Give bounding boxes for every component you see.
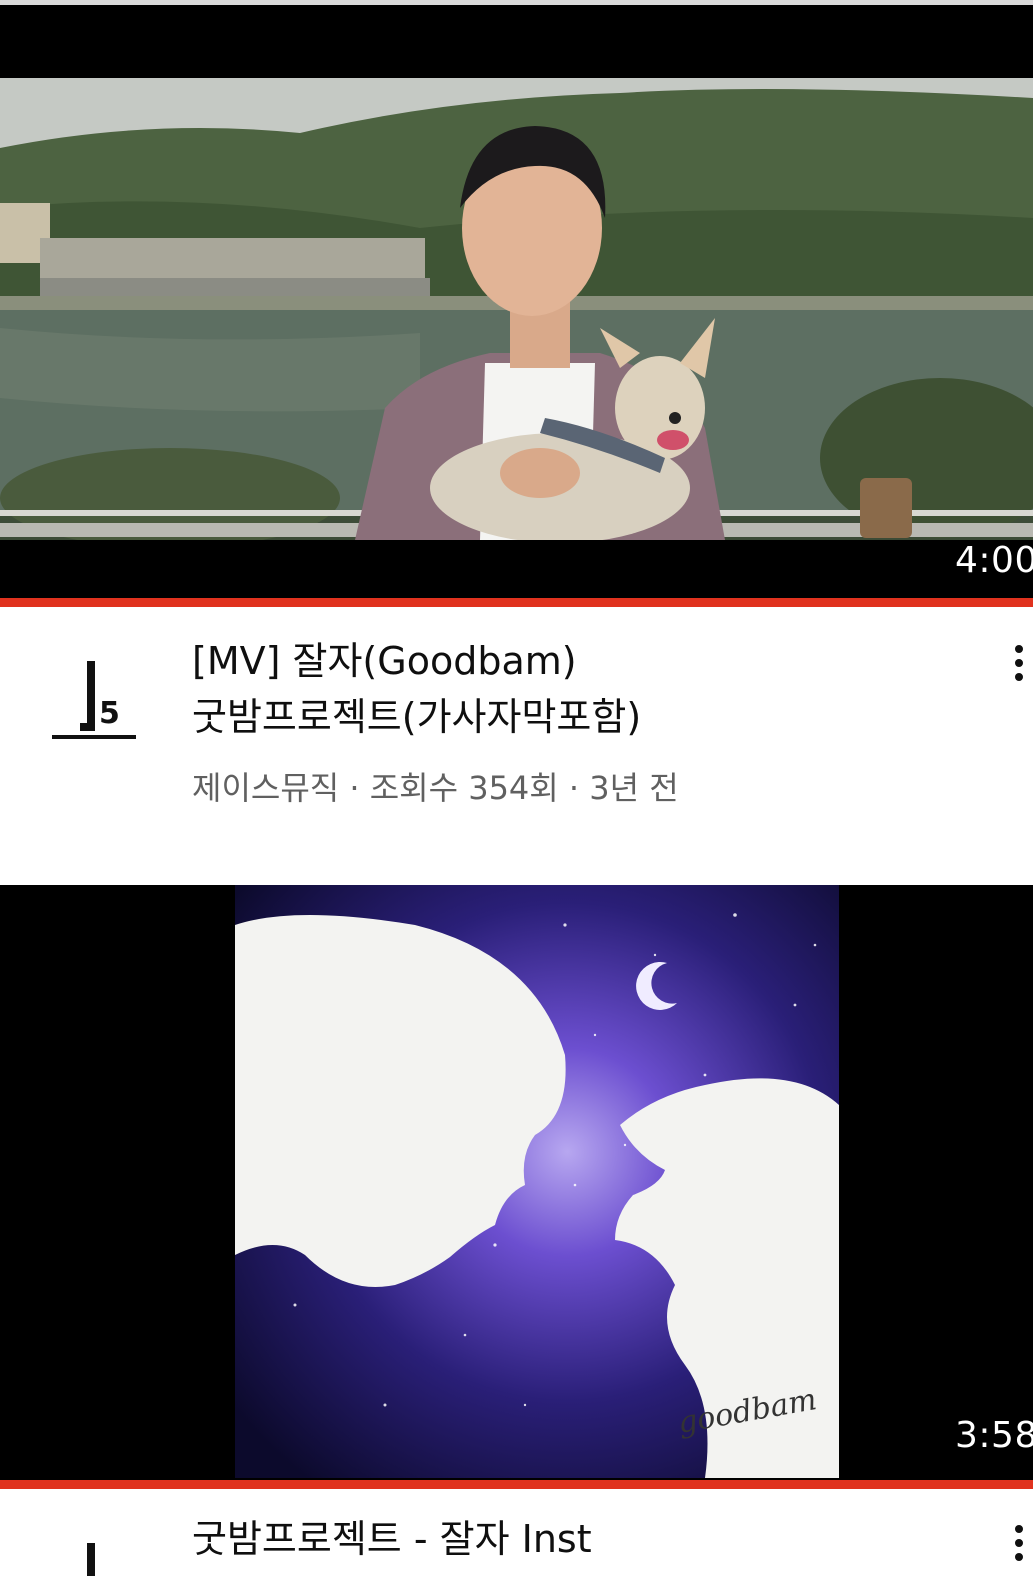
video-title-line-2: 굿밤프로젝트(가사자막포함) (192, 695, 642, 739)
js-music-logo-icon: 5 (52, 661, 136, 739)
channel-avatar[interactable] (42, 1529, 142, 1576)
watched-progress-bar (0, 1480, 1033, 1489)
thumbnail-image: goodbam (235, 885, 839, 1478)
thumbnail-image (0, 78, 1033, 540)
more-vert-icon[interactable] (1007, 1525, 1031, 1569)
video-title-line-1: 굿밤프로젝트 - 잘자 Inst (192, 1517, 592, 1561)
more-vert-icon[interactable] (1007, 645, 1031, 689)
video-title[interactable]: 굿밤프로젝트 - 잘자 Inst (192, 1511, 962, 1567)
js-music-logo-icon (87, 1543, 95, 1576)
upload-age: 3년 전 (589, 769, 679, 807)
video-meta[interactable]: 5 [MV] 잘자(Goodbam) 굿밤프로젝트(가사자막포함) 제이스뮤직 … (0, 607, 1033, 885)
video-duration: 4:00 (955, 540, 1033, 581)
svg-text:5: 5 (99, 696, 120, 731)
night-sky-silhouette-graphic: goodbam (235, 885, 839, 1478)
channel-name[interactable]: 제이스뮤직 (192, 769, 339, 807)
video-thumbnail[interactable]: goodbam 3:58 (0, 885, 1033, 1480)
lake-scene-graphic (0, 78, 1033, 540)
video-thumbnail[interactable]: 4:00 (0, 5, 1033, 598)
video-meta[interactable]: 굿밤프로젝트 - 잘자 Inst (0, 1489, 1033, 1576)
channel-avatar[interactable]: 5 (42, 647, 142, 747)
watched-progress-bar (0, 598, 1033, 607)
video-title-line-1: [MV] 잘자(Goodbam) (192, 639, 577, 683)
separator: · (558, 769, 590, 807)
video-duration: 3:58 (955, 1415, 1033, 1456)
view-count: 조회수 354회 (369, 769, 559, 807)
separator: · (339, 769, 370, 807)
video-title[interactable]: [MV] 잘자(Goodbam) 굿밤프로젝트(가사자막포함) (192, 633, 962, 745)
video-subline: 제이스뮤직 · 조회수 354회 · 3년 전 (192, 763, 679, 809)
